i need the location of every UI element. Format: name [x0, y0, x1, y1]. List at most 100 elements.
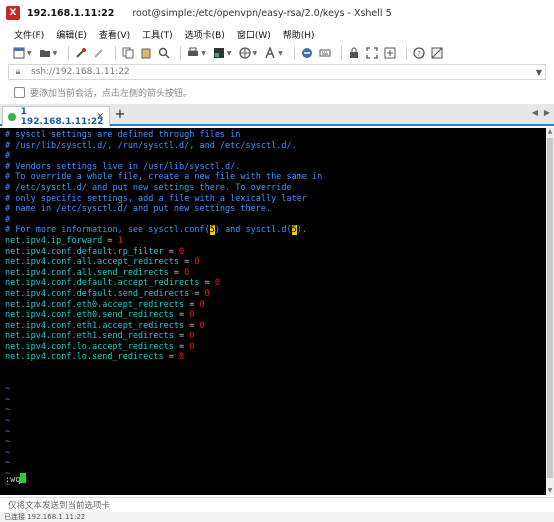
xftp-icon[interactable] [300, 46, 314, 60]
new-session-icon[interactable] [12, 46, 26, 60]
terminal-screen[interactable]: # sysctl settings are defined through fi… [0, 128, 546, 495]
setting-key: net.ipv4.conf.lo.accept_redirects [5, 341, 174, 352]
empty-buffer-line: ~ [5, 384, 11, 395]
menu-view[interactable]: 查看(V) [99, 28, 130, 41]
empty-buffer-line: ~ [5, 458, 11, 469]
info-text: 要添加当前会话，点击左侧的箭头按钮。 [30, 88, 193, 99]
empty-buffer-line: ~ [5, 447, 11, 458]
setting-line: net.ipv4.conf.lo.accept_redirects = 0 [5, 341, 195, 352]
setting-line: net.ipv4.conf.eth1.accept_redirects = 0 [5, 320, 205, 331]
open-folder-icon[interactable] [38, 46, 52, 60]
toolbar-separator [115, 46, 117, 60]
disconnect-icon[interactable] [92, 46, 106, 60]
setting-key: net.ipv4.ip_forward [5, 235, 103, 246]
setting-line: net.ipv4.conf.eth0.accept_redirects = 0 [5, 299, 205, 310]
tab-scroll-left-icon[interactable]: ◀ [532, 108, 538, 117]
font-icon[interactable] [263, 46, 277, 60]
setting-value: 0 [189, 331, 195, 342]
address-bar[interactable]: 🔒︎ ssh://192.168.1.11:22 ▼ [8, 64, 546, 80]
globe-icon[interactable] [238, 46, 252, 60]
window-title-host: 192.168.1.11:22 [27, 7, 115, 19]
setting-key: net.ipv4.conf.default.send_redirects [5, 288, 190, 299]
font-dropdown-icon[interactable]: ▼ [278, 50, 283, 57]
tab-strip: 1 192.168.1.11:22 ✕ + ◀ ▶ [0, 104, 554, 127]
empty-buffer-line: ~ [5, 479, 11, 490]
find-icon[interactable] [157, 46, 171, 60]
address-dropdown-icon[interactable]: ▼ [536, 68, 542, 77]
open-dropdown-icon[interactable]: ▼ [53, 50, 58, 57]
menu-help[interactable]: 帮助(H) [283, 28, 315, 41]
paste-icon[interactable] [139, 46, 153, 60]
setting-line: net.ipv4.conf.all.send_redirects = 0 [5, 267, 190, 278]
print-icon[interactable] [186, 46, 200, 60]
compose-input-placeholder[interactable]: 仅将文本发送到当前选项卡 [8, 499, 110, 511]
setting-key: net.ipv4.conf.default.rp_filter [5, 246, 164, 257]
empty-buffer-line: ~ [5, 437, 11, 448]
send-icon[interactable] [383, 46, 397, 60]
info-suffix: ). [296, 225, 307, 236]
toolbar-separator [293, 46, 295, 60]
terminal-comment-line: # To override a whole file, create a new… [5, 172, 323, 183]
setting-key: net.ipv4.conf.eth0.send_redirects [5, 310, 174, 321]
setting-line: net.ipv4.conf.default.send_redirects = 0 [5, 288, 210, 299]
color-dropdown-icon[interactable]: ▼ [227, 50, 232, 57]
status-bar: 已连接 192.168.1.11:22 [0, 512, 554, 522]
setting-value: 0 [214, 278, 220, 289]
reconnect-icon[interactable] [74, 46, 88, 60]
toolbar-separator [405, 46, 407, 60]
setting-value: 1 [117, 235, 123, 246]
color-scheme-icon[interactable] [212, 46, 226, 60]
menu-tabs[interactable]: 选项卡(B) [185, 28, 225, 41]
setting-line: net.ipv4.conf.all.accept_redirects = 0 [5, 257, 200, 268]
menu-tools[interactable]: 工具(T) [142, 28, 173, 41]
help-icon[interactable]: ? [412, 46, 426, 60]
tab-scroll-right-icon[interactable]: ▶ [544, 108, 550, 117]
lock-small-icon: 🔒︎ [15, 67, 21, 77]
xshell-app-icon: X [6, 6, 20, 20]
scroll-down-icon[interactable]: ▼ [546, 487, 554, 495]
setting-value: 0 [189, 310, 195, 321]
add-session-icon[interactable] [14, 86, 25, 98]
menu-edit[interactable]: 编辑(E) [56, 28, 87, 41]
setting-value: 0 [184, 267, 190, 278]
keyboard-icon[interactable] [318, 46, 332, 60]
address-text: ssh://192.168.1.11:22 [31, 67, 130, 77]
empty-buffer-line: ~ [5, 426, 11, 437]
setting-value: 0 [179, 246, 185, 257]
vim-command-line[interactable]: :wq [5, 473, 27, 486]
compose-bar[interactable]: 仅将文本发送到当前选项卡 [0, 497, 554, 512]
setting-key: net.ipv4.conf.eth1.accept_redirects [5, 320, 185, 331]
print-dropdown-icon[interactable]: ▼ [201, 50, 206, 57]
menu-window[interactable]: 窗口(W) [237, 28, 271, 41]
toolbar-separator [68, 46, 70, 60]
terminal-comment-line: # /usr/lib/sysctl.d/, /run/sysctl.d/, an… [5, 140, 297, 151]
terminal-comment-line: # [5, 214, 11, 225]
new-session-dropdown-icon[interactable]: ▼ [27, 50, 32, 57]
setting-value: 0 [199, 320, 205, 331]
tab-close-icon[interactable]: ✕ [96, 112, 104, 122]
setting-line: net.ipv4.conf.eth0.send_redirects = 0 [5, 310, 195, 321]
terminal-scrollbar[interactable]: ▲ ▼ [546, 128, 554, 495]
setting-value: 0 [189, 341, 195, 352]
svg-text:?: ? [417, 50, 421, 58]
window-title-path: root@simple:/etc/openvpn/easy-rsa/2.0/ke… [132, 7, 392, 19]
copy-icon[interactable] [121, 46, 135, 60]
globe-dropdown-icon[interactable]: ▼ [253, 50, 258, 57]
scrollbar-thumb[interactable] [547, 138, 553, 478]
empty-buffer-line: ~ [5, 469, 11, 479]
lock-icon[interactable] [347, 46, 361, 60]
info-middle: ) and sysctl.d( [214, 225, 292, 236]
scroll-up-icon[interactable]: ▲ [546, 128, 554, 136]
tab-session-1[interactable]: 1 192.168.1.11:22 ✕ [2, 106, 110, 127]
add-tab-button[interactable]: + [112, 107, 128, 123]
title-bar: X 192.168.1.11:22 root@simple:/etc/openv… [0, 0, 554, 26]
setting-line: net.ipv4.conf.default.accept_redirects =… [5, 278, 220, 289]
menu-file[interactable]: 文件(F) [14, 28, 44, 41]
setting-key: net.ipv4.conf.lo.send_redirects [5, 352, 164, 363]
terminal-comment-line: # Vendors settings live in /usr/lib/sysc… [5, 161, 241, 172]
transparency-icon[interactable] [430, 46, 444, 60]
empty-buffer-line: ~ [5, 416, 11, 427]
fullscreen-icon[interactable] [365, 46, 379, 60]
setting-key: net.ipv4.conf.default.accept_redirects [5, 278, 200, 289]
